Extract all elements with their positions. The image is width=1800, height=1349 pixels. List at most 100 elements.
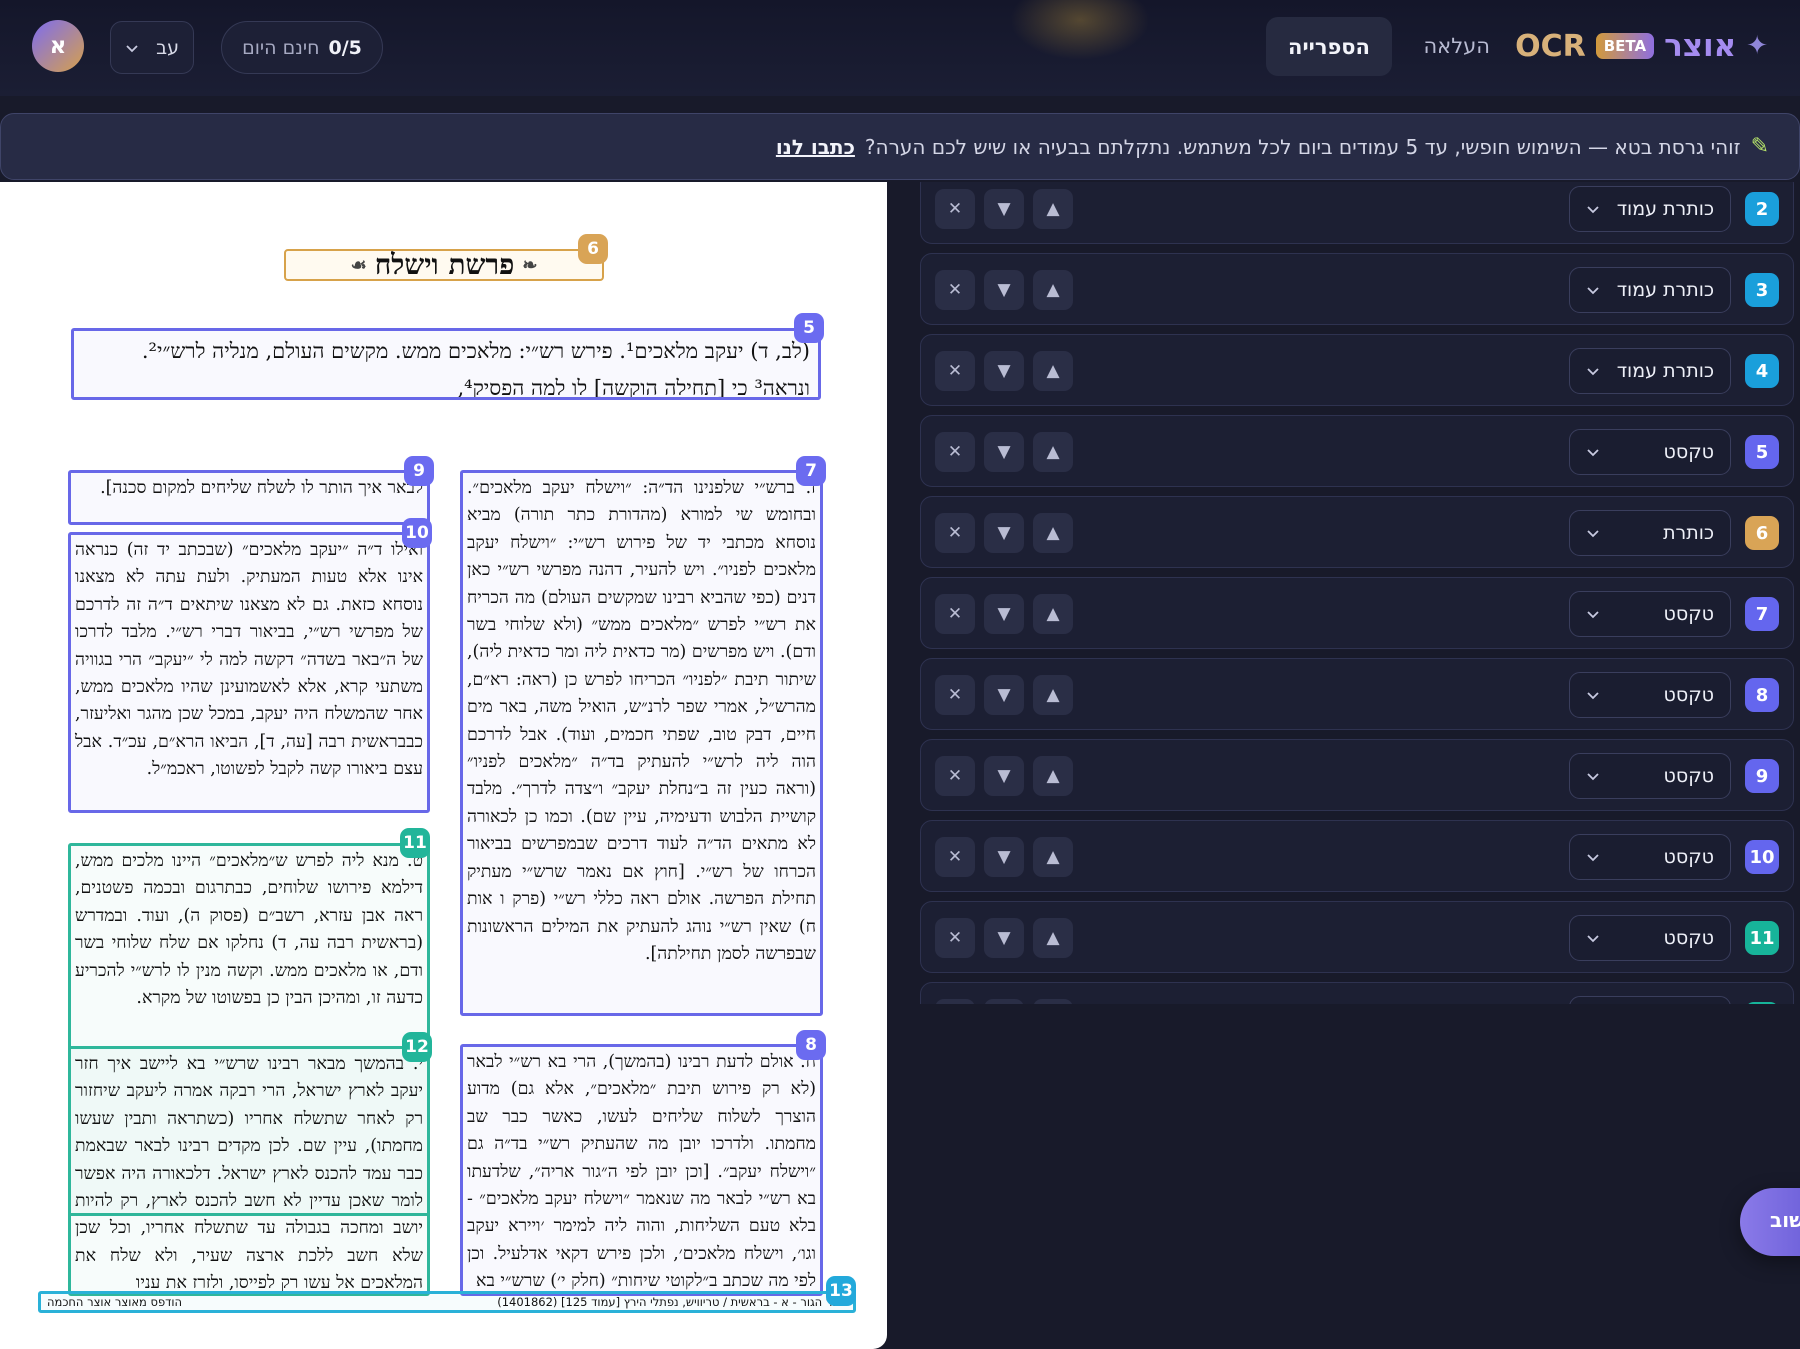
region-type-select[interactable]: כותרת (1569, 510, 1731, 556)
header-glow (1010, 0, 1150, 60)
region-type-select[interactable]: טקסט (1569, 429, 1731, 475)
text-region-8[interactable]: ח. אולם לדעת רבינו (בהמשך), הרי בא רש״י … (460, 1044, 823, 1296)
delete-region-button[interactable]: ✕ (935, 756, 975, 796)
move-up-button[interactable]: ▲ (1033, 756, 1073, 796)
move-down-button[interactable]: ▼ (984, 594, 1024, 634)
nav-library-tab[interactable]: הספרייה (1266, 17, 1392, 76)
ornament-icon: ❧ (522, 254, 538, 276)
contact-us-link[interactable]: כתבו לנו (776, 135, 855, 159)
nav-upload-tab[interactable]: העלאה (1405, 24, 1508, 68)
move-up-button[interactable]: ▲ (1033, 999, 1073, 1004)
beta-badge: BETA (1595, 33, 1655, 59)
delete-region-button[interactable]: ✕ (935, 351, 975, 391)
move-up-button[interactable]: ▲ (1033, 513, 1073, 553)
region-row[interactable]: 9 טקסט ▲ ▼ ✕ (920, 739, 1794, 811)
text-region-10[interactable]: ואילו ד״ה ״יעקב מלאכים״ (שבכתב יד זה) כנ… (68, 532, 430, 813)
document-page[interactable]: ❧ פרשת וישלח ☙ 6 (לב, ד) יעקב מלאכים¹. פ… (0, 182, 887, 1349)
move-down-button[interactable]: ▼ (984, 432, 1024, 472)
fab-label: שוב (1770, 1208, 1800, 1232)
region-badge-6: 6 (578, 234, 608, 264)
move-up-button[interactable]: ▲ (1033, 675, 1073, 715)
delete-region-button[interactable]: ✕ (935, 189, 975, 229)
delete-region-button[interactable]: ✕ (935, 999, 975, 1004)
move-down-button[interactable]: ▼ (984, 189, 1024, 229)
footer-region-13[interactable]: ספר הגור - א - בראשית / טריוויש, נפתלי ה… (38, 1291, 856, 1313)
move-down-button[interactable]: ▼ (984, 756, 1024, 796)
move-up-button[interactable]: ▲ (1033, 594, 1073, 634)
region-row[interactable]: 4 כותרת עמוד ▲ ▼ ✕ (920, 334, 1794, 406)
delete-region-button[interactable]: ✕ (935, 270, 975, 310)
move-down-button[interactable]: ▼ (984, 999, 1024, 1004)
quota-label: חינם היום (242, 36, 320, 59)
chevron-down-icon (1587, 611, 1599, 619)
move-down-button[interactable]: ▼ (984, 837, 1024, 877)
move-up-button[interactable]: ▲ (1033, 189, 1073, 229)
region-type-select[interactable]: כותרת עמוד (1569, 267, 1731, 313)
region-number-badge: 6 (1745, 516, 1779, 550)
region-type-value: כותרת עמוד (1616, 360, 1714, 382)
region-row[interactable]: 10 טקסט ▲ ▼ ✕ (920, 820, 1794, 892)
beta-banner: ✎ זוהי גרסת בטא — השימוש חופשי, עד 5 עמו… (0, 113, 1800, 180)
region-row[interactable]: 2 כותרת עמוד ▲ ▼ ✕ (920, 182, 1794, 244)
text-region-7[interactable]: ז. ברש״י שלפנינו הד״ה: ״וישלח יעקב מלאכי… (460, 470, 823, 1016)
region-number-badge: 2 (1745, 192, 1779, 226)
region-type-value: טקסט (1663, 846, 1714, 868)
delete-region-button[interactable]: ✕ (935, 432, 975, 472)
region-badge-9: 9 (404, 456, 434, 486)
region-row[interactable]: 8 טקסט ▲ ▼ ✕ (920, 658, 1794, 730)
region-type-select[interactable]: טקסט (1569, 672, 1731, 718)
daily-quota-pill: 0/5 חינם היום (221, 21, 383, 74)
region-type-select[interactable]: טקסט (1569, 996, 1731, 1004)
region-type-select[interactable]: טקסט (1569, 915, 1731, 961)
region-row[interactable]: 3 כותרת עמוד ▲ ▼ ✕ (920, 253, 1794, 325)
move-up-button[interactable]: ▲ (1033, 918, 1073, 958)
text-region-5[interactable]: (לב, ד) יעקב מלאכים¹. פירש רש״י: מלאכים … (71, 328, 821, 400)
pencil-icon: ✎ (1750, 134, 1769, 159)
delete-region-button[interactable]: ✕ (935, 594, 975, 634)
text-region-9[interactable]: לבאר איך הותר לו לשלח שליחים למקום סכנה]… (68, 470, 430, 525)
text-region-12[interactable]: י. בהמשך מבאר רבינו שרש״י בא ליישב איך ח… (68, 1046, 430, 1296)
region-type-select[interactable]: טקסט (1569, 753, 1731, 799)
delete-region-button[interactable]: ✕ (935, 837, 975, 877)
user-avatar[interactable]: א (32, 20, 84, 72)
region-type-value: טקסט (1663, 765, 1714, 787)
region-type-select[interactable]: טקסט (1569, 591, 1731, 637)
page-title-region[interactable]: ❧ פרשת וישלח ☙ (284, 248, 604, 281)
region-type-value: טקסט (1663, 684, 1714, 706)
sparkle-icon: ✦ (1746, 31, 1768, 61)
chevron-down-icon (1587, 773, 1599, 781)
move-down-button[interactable]: ▼ (984, 351, 1024, 391)
regions-list-panel[interactable]: 2 כותרת עמוד ▲ ▼ ✕ 3 כותרת עמוד ▲ ▼ ✕ 4 כותרת עמוד ▲… (920, 182, 1800, 1004)
region-number-badge: 5 (1745, 435, 1779, 469)
move-down-button[interactable]: ▼ (984, 270, 1024, 310)
region-number-badge: 9 (1745, 759, 1779, 793)
move-down-button[interactable]: ▼ (984, 675, 1024, 715)
delete-region-button[interactable]: ✕ (935, 918, 975, 958)
region-row[interactable]: 6 כותרת ▲ ▼ ✕ (920, 496, 1794, 568)
region-row[interactable]: 7 טקסט ▲ ▼ ✕ (920, 577, 1794, 649)
region-row[interactable]: 12 טקסט ▲ ▼ ✕ (920, 982, 1794, 1004)
region-type-select[interactable]: כותרת עמוד (1569, 186, 1731, 232)
region-row[interactable]: 5 טקסט ▲ ▼ ✕ (920, 415, 1794, 487)
region-row[interactable]: 11 טקסט ▲ ▼ ✕ (920, 901, 1794, 973)
delete-region-button[interactable]: ✕ (935, 675, 975, 715)
move-down-button[interactable]: ▼ (984, 513, 1024, 553)
region-number-badge: 10 (1745, 840, 1779, 874)
delete-region-button[interactable]: ✕ (935, 513, 975, 553)
region-badge-10: 10 (402, 518, 432, 548)
move-up-button[interactable]: ▲ (1033, 270, 1073, 310)
footer-source: ספר הגור - א - בראשית / טריוויש, נפתלי ה… (497, 1295, 847, 1309)
move-up-button[interactable]: ▲ (1033, 432, 1073, 472)
region-type-value: טקסט (1663, 441, 1714, 463)
language-select[interactable]: עב (110, 21, 194, 74)
move-up-button[interactable]: ▲ (1033, 837, 1073, 877)
region-type-select[interactable]: טקסט (1569, 834, 1731, 880)
region-badge-7: 7 (796, 456, 826, 486)
move-up-button[interactable]: ▲ (1033, 351, 1073, 391)
region-badge-8: 8 (796, 1030, 826, 1060)
move-down-button[interactable]: ▼ (984, 918, 1024, 958)
region-number-badge: 8 (1745, 678, 1779, 712)
region-type-select[interactable]: כותרת עמוד (1569, 348, 1731, 394)
floating-action-button[interactable]: שוב (1740, 1188, 1800, 1256)
app-logo[interactable]: ✦ אוצר BETA OCR (1515, 26, 1768, 66)
